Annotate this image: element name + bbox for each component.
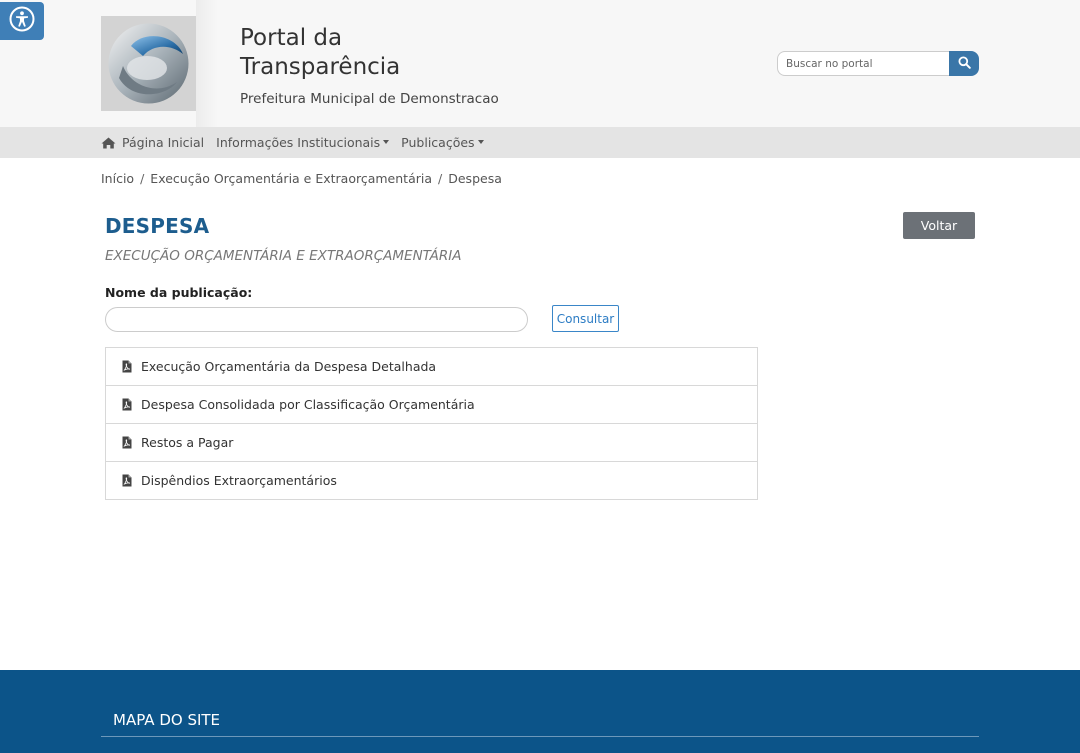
list-item[interactable]: Restos a Pagar bbox=[105, 423, 758, 462]
home-icon bbox=[101, 137, 116, 149]
search-input[interactable] bbox=[777, 51, 949, 76]
site-header: Portal da Transparência Prefeitura Munic… bbox=[0, 0, 1080, 127]
nav-item-home[interactable]: Página Inicial bbox=[101, 135, 204, 150]
pdf-icon bbox=[122, 436, 132, 449]
site-title: Portal da Transparência bbox=[240, 25, 401, 80]
list-item-label: Despesa Consolidada por Classificação Or… bbox=[141, 397, 475, 412]
pdf-icon bbox=[122, 360, 132, 373]
search-button[interactable] bbox=[949, 51, 979, 76]
list-item-label: Restos a Pagar bbox=[141, 435, 234, 450]
list-item[interactable]: Execução Orçamentária da Despesa Detalha… bbox=[105, 347, 758, 386]
breadcrumb-separator: / bbox=[140, 171, 145, 186]
breadcrumb-current: Despesa bbox=[448, 171, 502, 186]
site-footer: MAPA DO SITE bbox=[0, 670, 1080, 753]
main-nav: Página Inicial Informações Institucionai… bbox=[0, 127, 1080, 158]
page-subtitle: EXECUÇÃO ORÇAMENTÁRIA E EXTRAORÇAMENTÁRI… bbox=[105, 248, 462, 264]
back-button[interactable]: Voltar bbox=[903, 212, 975, 239]
list-item[interactable]: Despesa Consolidada por Classificação Or… bbox=[105, 385, 758, 424]
breadcrumb-link-execution[interactable]: Execução Orçamentária e Extraorçamentári… bbox=[150, 171, 432, 186]
list-item[interactable]: Dispêndios Extraorçamentários bbox=[105, 461, 758, 500]
accessibility-icon bbox=[9, 6, 35, 36]
breadcrumb-link-home[interactable]: Início bbox=[101, 171, 134, 186]
consult-button[interactable]: Consultar bbox=[552, 305, 619, 332]
page-title: DESPESA bbox=[105, 214, 210, 238]
nav-item-label: Publicações bbox=[401, 135, 475, 150]
pdf-icon bbox=[122, 398, 132, 411]
search-icon bbox=[958, 54, 971, 73]
pdf-icon bbox=[122, 474, 132, 487]
footer-title: MAPA DO SITE bbox=[113, 711, 221, 729]
nav-item-label: Página Inicial bbox=[122, 135, 205, 150]
logo-divider bbox=[196, 0, 218, 127]
nav-item-institutional[interactable]: Informações Institucionais bbox=[216, 135, 390, 150]
site-subtitle: Prefeitura Municipal de Demonstracao bbox=[240, 91, 499, 107]
breadcrumb: Início / Execução Orçamentária e Extraor… bbox=[101, 171, 502, 186]
nav-item-label: Informações Institucionais bbox=[216, 135, 381, 150]
publication-name-input[interactable] bbox=[105, 307, 528, 332]
caret-down-icon bbox=[477, 139, 484, 144]
list-item-label: Execução Orçamentária da Despesa Detalha… bbox=[141, 359, 437, 374]
search-box bbox=[777, 51, 979, 76]
list-item-label: Dispêndios Extraorçamentários bbox=[141, 473, 337, 488]
caret-down-icon bbox=[383, 139, 390, 144]
accessibility-button[interactable] bbox=[0, 2, 44, 40]
footer-divider bbox=[101, 736, 979, 737]
publication-name-label: Nome da publicação: bbox=[105, 285, 253, 300]
nav-item-publications[interactable]: Publicações bbox=[401, 135, 484, 150]
breadcrumb-separator: / bbox=[438, 171, 443, 186]
publication-list: Execução Orçamentária da Despesa Detalha… bbox=[105, 347, 758, 500]
portal-logo[interactable] bbox=[101, 16, 196, 111]
